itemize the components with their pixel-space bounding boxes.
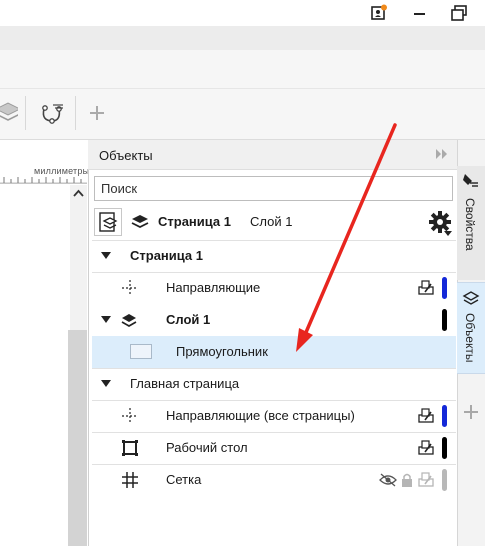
guides-icon xyxy=(122,280,138,296)
printer-edit-icon[interactable] xyxy=(417,440,435,457)
minimize-icon[interactable] xyxy=(412,6,428,22)
add-icon[interactable] xyxy=(89,105,105,121)
search-input[interactable] xyxy=(94,176,453,201)
current-layer-label[interactable]: Слой 1 xyxy=(250,214,292,229)
tree-row-guides[interactable]: Направляющие xyxy=(92,272,456,304)
drawing-canvas[interactable] xyxy=(0,185,70,546)
tree-row-grid[interactable]: Сетка xyxy=(92,464,456,496)
tree-row-guides-all[interactable]: Направляющие (все страницы) xyxy=(92,400,456,432)
lock-icon[interactable] xyxy=(401,472,413,488)
tree-row-layer[interactable]: Слой 1 xyxy=(92,304,456,336)
printer-edit-icon[interactable] xyxy=(417,408,435,425)
layers-icon xyxy=(462,291,480,305)
tree-label: Слой 1 xyxy=(166,312,211,327)
tree-label: Прямоугольник xyxy=(176,344,268,359)
tab-properties[interactable]: Свойства xyxy=(457,166,485,280)
layer-color-pill[interactable] xyxy=(442,309,447,331)
tree-label: Сетка xyxy=(166,472,202,487)
tree-row-desktop[interactable]: Рабочий стол xyxy=(92,432,456,464)
horizontal-ruler xyxy=(0,144,87,184)
collapse-docker-icon[interactable] xyxy=(434,147,450,161)
toolbar-divider xyxy=(0,88,485,89)
dropdown-arrow-icon[interactable] xyxy=(443,230,453,238)
guides-icon xyxy=(122,408,138,424)
scroll-up-icon[interactable] xyxy=(70,187,87,201)
printer-edit-icon[interactable] xyxy=(417,280,435,297)
property-toolbar xyxy=(0,50,485,140)
layer-color-pill[interactable] xyxy=(442,469,447,491)
tab-label: Объекты xyxy=(463,313,477,363)
add-tab-icon[interactable] xyxy=(463,404,479,420)
printer-edit-icon[interactable] xyxy=(417,472,435,489)
layers-icon xyxy=(130,211,150,231)
scrollbar-thumb[interactable] xyxy=(68,330,87,546)
grid-icon xyxy=(122,472,138,488)
current-page-label[interactable]: Страница 1 xyxy=(158,214,231,229)
layers-stack-icon[interactable] xyxy=(0,100,18,126)
curve-nodes-icon[interactable] xyxy=(39,101,65,125)
ruler-unit-label: миллиметры xyxy=(34,166,90,176)
toolbar-separator xyxy=(75,96,76,130)
title-bar xyxy=(0,0,485,26)
layers-icon xyxy=(121,314,137,327)
tree-label: Страница 1 xyxy=(130,248,203,263)
desktop-icon xyxy=(122,440,138,456)
tree-label: Направляющие (все страницы) xyxy=(166,408,355,423)
properties-icon xyxy=(463,174,478,187)
user-badge-icon[interactable] xyxy=(370,4,388,22)
tab-label: Свойства xyxy=(463,198,477,251)
tab-objects[interactable]: Объекты xyxy=(457,282,485,374)
tree-row-master[interactable]: Главная страница xyxy=(92,368,456,400)
layer-color-pill[interactable] xyxy=(442,277,447,299)
tree-row-object[interactable]: Прямоугольник xyxy=(92,336,456,368)
page-view-toggle-button[interactable] xyxy=(94,208,122,236)
layer-color-pill[interactable] xyxy=(442,437,447,459)
tree-label: Рабочий стол xyxy=(166,440,248,455)
layer-color-pill[interactable] xyxy=(442,405,447,427)
tree-row-page[interactable]: Страница 1 xyxy=(92,240,456,272)
docker-title: Объекты xyxy=(99,148,153,163)
rectangle-thumbnail-icon xyxy=(130,344,152,359)
tree-label: Главная страница xyxy=(130,376,240,391)
menu-bar xyxy=(0,26,485,50)
tree-label: Направляющие xyxy=(166,280,261,295)
toolbar-separator xyxy=(25,96,26,130)
eye-hidden-icon[interactable] xyxy=(379,473,397,487)
restore-icon[interactable] xyxy=(450,4,468,22)
